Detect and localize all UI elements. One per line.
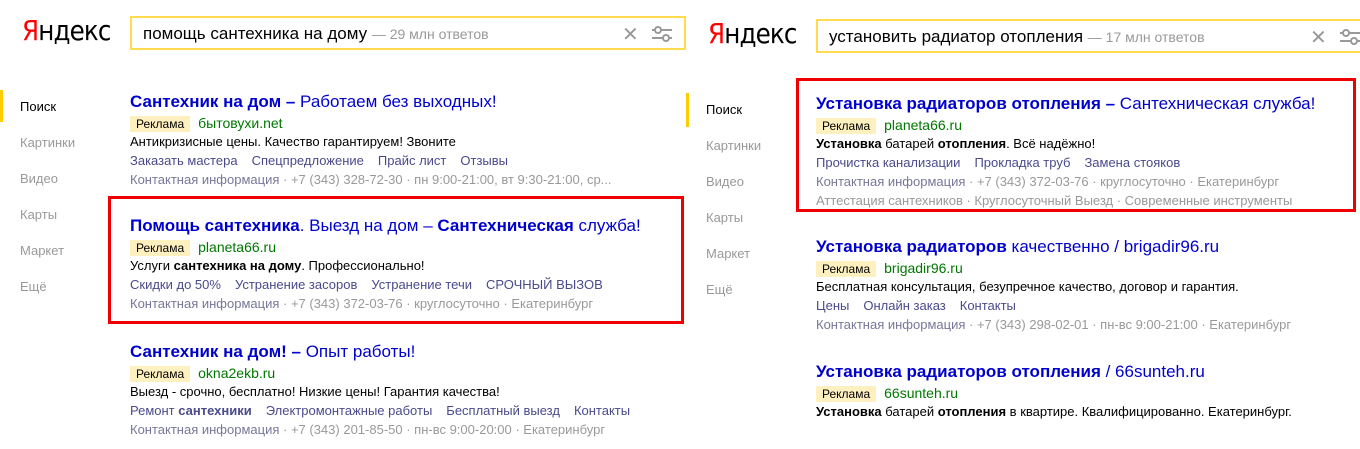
- yandex-logo[interactable]: Яндекс: [708, 17, 797, 50]
- right-panel: Яндекс установить радиатор отопления — 1…: [686, 0, 1360, 449]
- result-domain[interactable]: бытовухи.net: [198, 115, 282, 131]
- left-nav: Поиск Картинки Видео Карты Маркет Ещё: [20, 99, 75, 315]
- result-title[interactable]: Помощь сантехника. Выезд на дом – Сантех…: [130, 216, 641, 236]
- contact-link[interactable]: Контактная информация: [816, 317, 965, 332]
- nav-images[interactable]: Картинки: [706, 138, 761, 174]
- sitelinks: Ремонт сантехники Электромонтажные работы…: [130, 401, 644, 420]
- extra-links[interactable]: Аттестация сантехников · Круглосуточный …: [816, 191, 1315, 210]
- settings-icon[interactable]: [650, 25, 674, 43]
- left-panel: Яндекс помощь сантехника на дому — 29 мл…: [0, 0, 686, 449]
- result-snippet: Услуги сантехника на дому. Профессиональ…: [130, 258, 425, 273]
- result-title[interactable]: Сантехник на дом – Работаем без выходных…: [130, 92, 612, 112]
- contact-meta: · +7 (343) 328-72-30 · пн 9:00-21:00, вт…: [279, 172, 612, 187]
- search-input[interactable]: установить радиатор отопления: [829, 27, 1083, 46]
- sitelink[interactable]: Спецпредложение: [252, 153, 364, 168]
- nav-search[interactable]: Поиск: [20, 99, 75, 135]
- result-title[interactable]: Установка радиаторов отопления – Сантехн…: [816, 94, 1315, 114]
- result-title[interactable]: Установка радиаторов качественно / briga…: [816, 237, 1291, 257]
- sitelink[interactable]: СРОЧНЫЙ ВЫЗОВ: [486, 277, 603, 292]
- nav-images[interactable]: Картинки: [20, 135, 75, 171]
- ad-label: Реклама: [816, 386, 877, 402]
- nav-video[interactable]: Видео: [706, 174, 761, 210]
- left-nav: Поиск Картинки Видео Карты Маркет Ещё: [706, 102, 761, 318]
- sitelink[interactable]: Бесплатный выезд: [446, 403, 560, 418]
- ad-label: Реклама: [130, 366, 191, 382]
- result-snippet: Бесплатная консультация, безупречное кач…: [816, 279, 1239, 294]
- sitelink[interactable]: Ремонт сантехники: [130, 403, 252, 418]
- result-snippet: Установка батарей отопления в квартире. …: [816, 404, 1292, 419]
- result-domain[interactable]: brigadir96.ru: [884, 260, 963, 276]
- nav-maps[interactable]: Карты: [20, 207, 75, 243]
- nav-more[interactable]: Ещё: [706, 282, 761, 318]
- result-count: — 29 млн ответов: [371, 26, 489, 42]
- result-title[interactable]: Установка радиаторов отопления / 66sunte…: [816, 362, 1292, 382]
- sitelink[interactable]: Отзывы: [460, 153, 508, 168]
- sitelinks: Прочистка канализации Прокладка труб Замен…: [816, 153, 1315, 172]
- ad-label: Реклама: [130, 116, 191, 132]
- nav-market[interactable]: Маркет: [706, 246, 761, 282]
- search-input[interactable]: помощь сантехника на дому: [143, 24, 367, 43]
- contact-link[interactable]: Контактная информация: [816, 174, 965, 189]
- contact-meta: · +7 (343) 372-03-76 · круглосуточно · Е…: [965, 174, 1280, 189]
- sitelink[interactable]: Контакты: [960, 298, 1016, 313]
- search-box[interactable]: установить радиатор отопления — 17 млн о…: [816, 19, 1360, 53]
- ad-label: Реклама: [816, 261, 877, 277]
- search-result: Установка радиаторов качественно / briga…: [816, 237, 1291, 334]
- result-snippet: Антикризисные цены. Качество гарантируем…: [130, 134, 456, 149]
- contact-meta: · +7 (343) 201-85-50 · пн-вс 9:00-20:00 …: [279, 422, 606, 437]
- yandex-logo[interactable]: Яндекс: [22, 14, 111, 47]
- sitelink[interactable]: Скидки до 50%: [130, 277, 221, 292]
- result-snippet: Выезд - срочно, бесплатно! Низкие цены! …: [130, 384, 500, 399]
- ad-label: Реклама: [816, 118, 877, 134]
- search-box[interactable]: помощь сантехника на дому — 29 млн ответ…: [130, 16, 686, 50]
- sitelinks: Заказать мастера Спецпредложение Прайс лис…: [130, 151, 612, 170]
- sitelink[interactable]: Устранение засоров: [235, 277, 357, 292]
- ad-label: Реклама: [130, 240, 191, 256]
- contact-meta: · +7 (343) 298-02-01 · пн-вс 9:00-21:00 …: [965, 317, 1292, 332]
- clear-icon[interactable]: ✕: [1310, 25, 1327, 50]
- sitelink[interactable]: Прайс лист: [378, 153, 446, 168]
- nav-video[interactable]: Видео: [20, 171, 75, 207]
- result-domain[interactable]: planeta66.ru: [198, 239, 276, 255]
- result-title[interactable]: Сантехник на дом! – Опыт работы!: [130, 342, 644, 362]
- result-domain[interactable]: 66sunteh.ru: [884, 385, 958, 401]
- nav-more[interactable]: Ещё: [20, 279, 75, 315]
- sitelink[interactable]: Цены: [816, 298, 849, 313]
- result-domain[interactable]: okna2ekb.ru: [198, 365, 275, 381]
- nav-maps[interactable]: Карты: [706, 210, 761, 246]
- contact-link[interactable]: Контактная информация: [130, 172, 279, 187]
- sitelink[interactable]: Электромонтажные работы: [266, 403, 433, 418]
- sitelink[interactable]: Прокладка труб: [974, 155, 1070, 170]
- result-count: — 17 млн ответов: [1087, 29, 1205, 45]
- nav-market[interactable]: Маркет: [20, 243, 75, 279]
- nav-active-indicator: [686, 93, 689, 127]
- contact-link[interactable]: Контактная информация: [130, 422, 279, 437]
- contact-link[interactable]: Контактная информация: [130, 296, 279, 311]
- sitelink[interactable]: Контакты: [574, 403, 630, 418]
- search-result: Сантехник на дом! – Опыт работы! Реклама…: [130, 342, 644, 439]
- search-result: Установка радиаторов отопления – Сантехн…: [816, 94, 1315, 210]
- search-result: Помощь сантехника. Выезд на дом – Сантех…: [130, 216, 641, 313]
- sitelinks: Скидки до 50% Устранение засоров Устранени…: [130, 275, 641, 294]
- search-result: Сантехник на дом – Работаем без выходных…: [130, 92, 612, 189]
- settings-icon[interactable]: [1338, 28, 1360, 46]
- result-snippet: Установка батарей отопления. Всё надёжно…: [816, 136, 1096, 151]
- clear-icon[interactable]: ✕: [622, 22, 639, 47]
- contact-meta: · +7 (343) 372-03-76 · круглосуточно · Е…: [279, 296, 594, 311]
- sitelink[interactable]: Онлайн заказ: [863, 298, 945, 313]
- nav-active-indicator: [0, 90, 3, 122]
- sitelinks: Цены Онлайн заказ Контакты: [816, 296, 1291, 315]
- sitelink[interactable]: Заказать мастера: [130, 153, 238, 168]
- sitelink[interactable]: Замена стояков: [1084, 155, 1180, 170]
- result-domain[interactable]: planeta66.ru: [884, 117, 962, 133]
- search-result: Установка радиаторов отопления / 66sunte…: [816, 362, 1292, 421]
- nav-search[interactable]: Поиск: [706, 102, 761, 138]
- sitelink[interactable]: Устранение течи: [371, 277, 472, 292]
- sitelink[interactable]: Прочистка канализации: [816, 155, 960, 170]
